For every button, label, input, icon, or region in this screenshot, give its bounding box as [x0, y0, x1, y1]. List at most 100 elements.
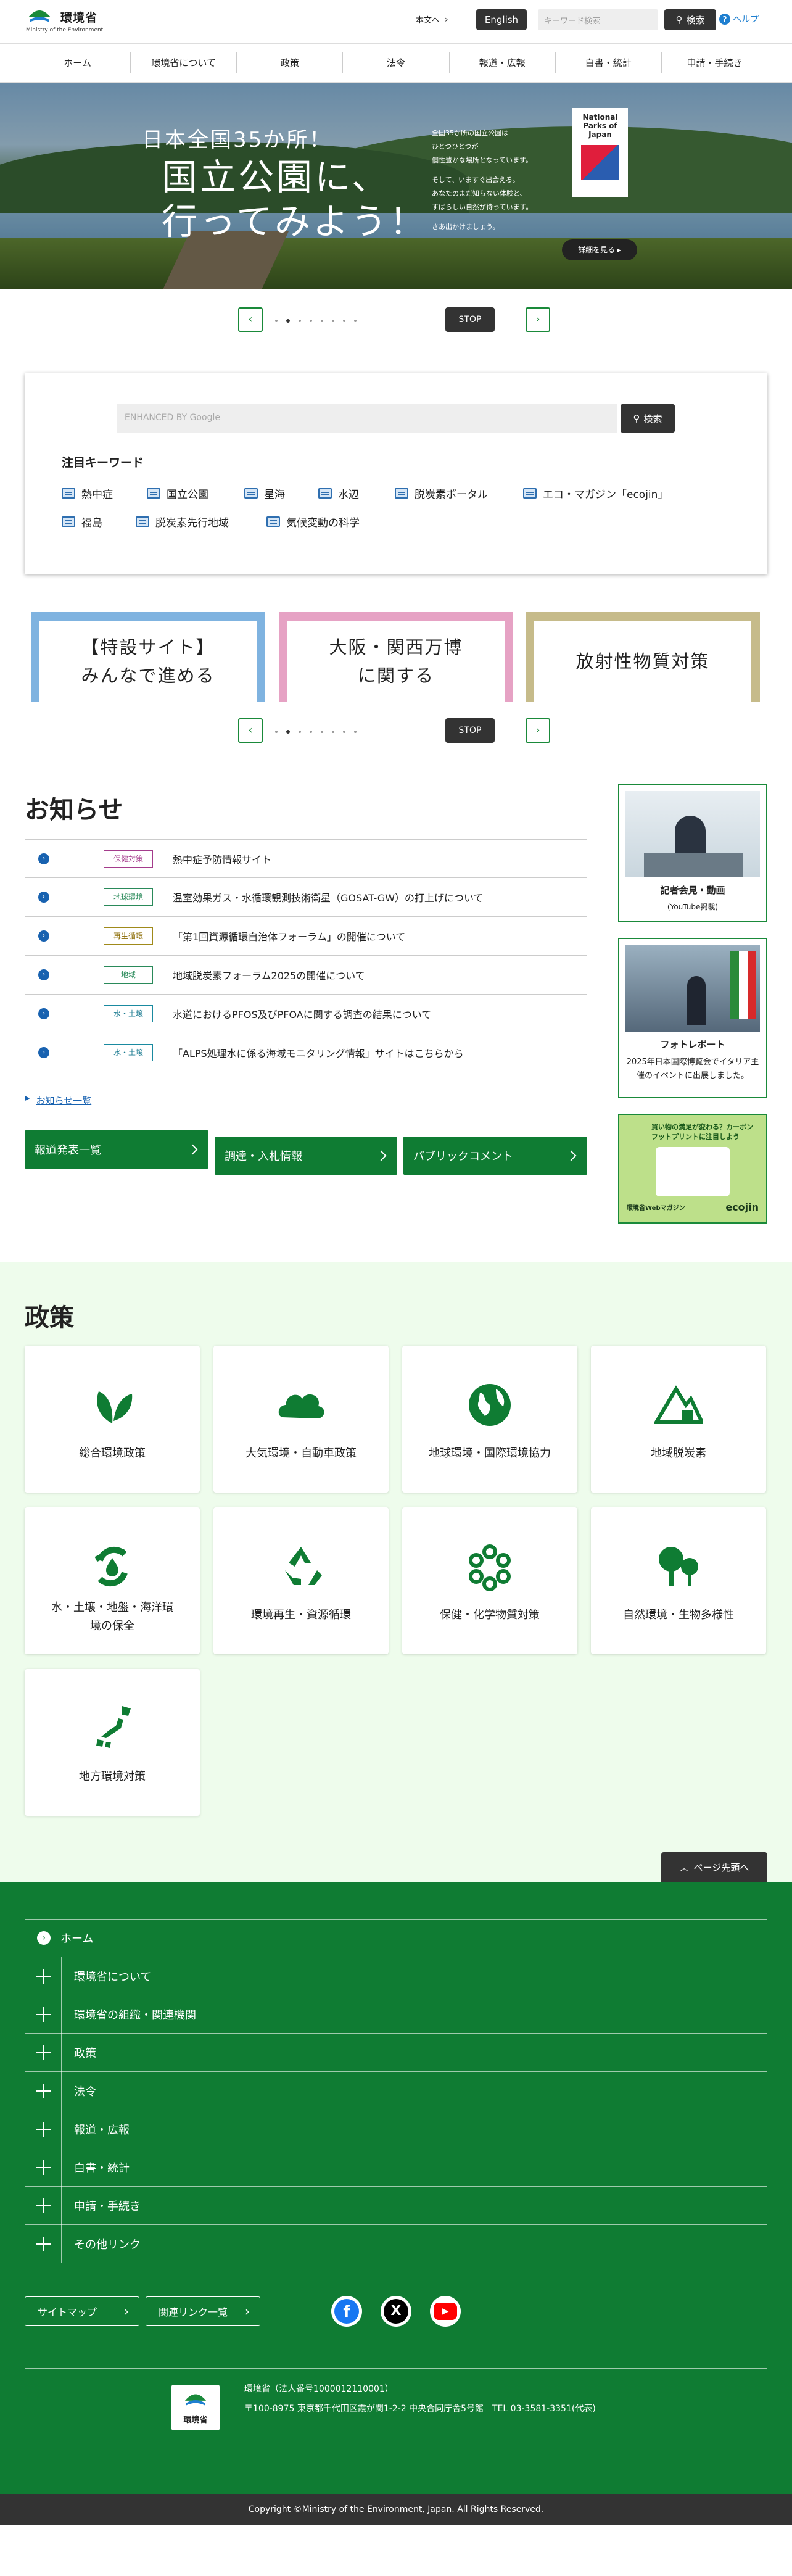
keyword-link[interactable]: 福島 [62, 514, 102, 529]
carousel-dot[interactable] [286, 730, 290, 734]
policy-label: 大気環境・自動車政策 [245, 1447, 357, 1460]
footer-menu-item[interactable]: 環境省の組織・関連機関 [25, 1995, 767, 2034]
badge-text: National Parks of Japan [582, 113, 618, 139]
chevron-right-icon: › [535, 724, 540, 737]
public-comment-button[interactable]: パブリックコメント [403, 1137, 587, 1175]
keyword-link[interactable]: 気候変動の科学 [266, 514, 360, 529]
hero-more-button[interactable]: 詳細を見る ▸ [562, 239, 637, 260]
news-item[interactable]: › 再生循環 「第1回資源循環自治体フォーラム」の開催について [25, 917, 587, 956]
logo-mark-icon [184, 2394, 207, 2406]
search-button[interactable]: ⚲ 検索 [664, 9, 716, 30]
footer-menu-item[interactable]: 政策 [25, 2033, 767, 2072]
google-search-button[interactable]: ⚲ 検索 [621, 404, 675, 433]
nav-item-application[interactable]: 申請・手続き [661, 52, 767, 73]
related-links-button[interactable]: 関連リンク一覧 › [146, 2296, 260, 2326]
carousel-dot[interactable] [321, 320, 323, 322]
nav-item-policy[interactable]: 政策 [236, 52, 342, 73]
carousel-dot[interactable] [299, 731, 301, 733]
nav-item-law[interactable]: 法令 [342, 52, 448, 73]
carousel-dot[interactable] [286, 319, 290, 323]
carousel-dot[interactable] [310, 320, 312, 322]
news-list-link[interactable]: ▶ お知らせ一覧 [25, 1094, 91, 1107]
carousel-dot[interactable] [299, 320, 301, 322]
banner-prev-button[interactable]: ‹ [238, 718, 263, 743]
footer-home-link[interactable]: › ホーム [25, 1919, 767, 1957]
policy-card-air[interactable]: 大気環境・自動車政策 [213, 1346, 389, 1493]
x-icon[interactable]: X [381, 2296, 411, 2327]
carousel-dot[interactable] [343, 320, 345, 322]
hero-body-line [432, 214, 537, 220]
banner-stop-button[interactable]: STOP [445, 718, 495, 743]
carousel-dot[interactable] [332, 320, 334, 322]
skip-to-content-link[interactable]: 本文へ › [416, 14, 448, 26]
arrow-circle-icon: › [38, 892, 49, 903]
keyword-link[interactable]: 脱炭素ポータル [395, 486, 488, 501]
ecojin-banner[interactable]: 買い物の満足が変わる？カーボンフットプリントに注目しよう 環境省Webマガジン … [618, 1114, 767, 1224]
keyword-link[interactable]: 国立公園 [147, 486, 208, 501]
news-item[interactable]: › 水・土壌 水道におけるPFOS及びPFOAに関する調査の結果について [25, 995, 587, 1033]
policy-card-nature[interactable]: 自然環境・生物多様性 [591, 1507, 766, 1654]
carousel-dot[interactable] [332, 731, 334, 733]
carousel-dot[interactable] [310, 731, 312, 733]
youtube-icon[interactable]: ▶ [430, 2296, 461, 2327]
document-icon [395, 488, 408, 499]
photo-report-card[interactable]: フォトレポート 2025年日本国際博覧会でイタリア主催のイベントに出展しました。 [618, 938, 767, 1098]
nav-item-about[interactable]: 環境省について [130, 52, 236, 73]
policy-card-general[interactable]: 総合環境政策 [25, 1346, 200, 1493]
keyword-link[interactable]: 熱中症 [62, 486, 113, 501]
facebook-icon[interactable]: f [331, 2296, 362, 2327]
carousel-dot[interactable] [321, 731, 323, 733]
keyword-link[interactable]: エコ・マガジン「ecojin」 [523, 486, 668, 501]
carousel-dot[interactable] [354, 320, 357, 322]
banner-radioactive[interactable]: 放射性物質対策 [526, 612, 760, 702]
carousel-prev-button[interactable]: ‹ [238, 307, 263, 332]
policy-card-global[interactable]: 地球環境・国際環境協力 [402, 1346, 577, 1493]
page-top-button[interactable]: ︿ ページ先頭へ [661, 1852, 767, 1882]
footer-menu-item[interactable]: 報道・広報 [25, 2110, 767, 2148]
press-conference-card[interactable]: 記者会見・動画 (YouTube掲載) [618, 784, 767, 922]
footer-menu-item[interactable]: 白書・統計 [25, 2148, 767, 2187]
policy-card-local[interactable]: 地方環境対策 [25, 1669, 200, 1816]
hero-carousel-slide[interactable]: 日本全国35か所！ 国立公園に、 行ってみよう！ 全国35か所の国立公園は ひとつ… [0, 83, 792, 289]
press-release-button[interactable]: 報道発表一覧 [25, 1130, 208, 1169]
footer-menu-item[interactable]: 法令 [25, 2071, 767, 2110]
video-sub: (YouTube掲載) [667, 903, 719, 911]
carousel-stop-button[interactable]: STOP [445, 307, 495, 332]
news-item[interactable]: › 水・土壌 「ALPS処理水に係る海域モニタリング情報」サイトはこちらから [25, 1033, 587, 1072]
chevron-right-icon: › [124, 2304, 129, 2319]
chevron-right-icon [566, 1150, 577, 1161]
news-item[interactable]: › 保健対策 熱中症予防情報サイト [25, 839, 587, 878]
help-link[interactable]: ? ヘルプ [719, 13, 759, 25]
banner-special-site[interactable]: 【特設サイト】 みんなで進める [31, 612, 265, 702]
carousel-dot[interactable] [343, 731, 345, 733]
keyword-link[interactable]: 水辺 [318, 486, 359, 501]
footer-menu-item[interactable]: 環境省について [25, 1957, 767, 1995]
nav-item-home[interactable]: ホーム [25, 52, 130, 73]
nav-item-whitepaper[interactable]: 白書・統計 [555, 52, 661, 73]
carousel-dot[interactable] [354, 731, 357, 733]
news-item[interactable]: › 地域 地域脱炭素フォーラム2025の開催について [25, 956, 587, 995]
procurement-button[interactable]: 調達・入札情報 [215, 1137, 397, 1175]
footer-menu-item[interactable]: その他リンク [25, 2224, 767, 2263]
sitemap-button[interactable]: サイトマップ › [25, 2296, 139, 2326]
policy-card-regional-decarbon[interactable]: 地域脱炭素 [591, 1346, 766, 1493]
google-search-input[interactable]: ENHANCED BY Google [117, 404, 617, 433]
nav-item-press[interactable]: 報道・広報 [448, 52, 555, 73]
policy-card-water[interactable]: 水・土壌・地盤・海洋環境の保全 [25, 1507, 200, 1654]
keyword-link[interactable]: 星海 [244, 486, 285, 501]
banner-next-button[interactable]: › [526, 718, 550, 743]
english-button[interactable]: English [476, 9, 527, 30]
policy-card-chemical[interactable]: 保健・化学物質対策 [402, 1507, 577, 1654]
site-logo[interactable]: 環境省 Ministry of the Environment [25, 5, 111, 35]
related-label: 関連リンク一覧 [159, 2306, 228, 2318]
carousel-dot[interactable] [275, 731, 278, 733]
banner-expo[interactable]: 大阪・関西万博 に関する [279, 612, 513, 702]
news-text: 水道におけるPFOS及びPFOAに関する調査の結果について [173, 1009, 432, 1021]
carousel-next-button[interactable]: › [526, 307, 550, 332]
search-input[interactable]: キーワード検索 [538, 9, 658, 30]
footer-menu-item[interactable]: 申請・手続き [25, 2186, 767, 2225]
carousel-dot[interactable] [275, 320, 278, 322]
news-item[interactable]: › 地球環境 温室効果ガス・水循環観測技術衛星（GOSAT-GW）の打上げについて [25, 878, 587, 917]
policy-card-recycle[interactable]: 環境再生・資源循環 [213, 1507, 389, 1654]
keyword-link[interactable]: 脱炭素先行地域 [136, 514, 229, 529]
